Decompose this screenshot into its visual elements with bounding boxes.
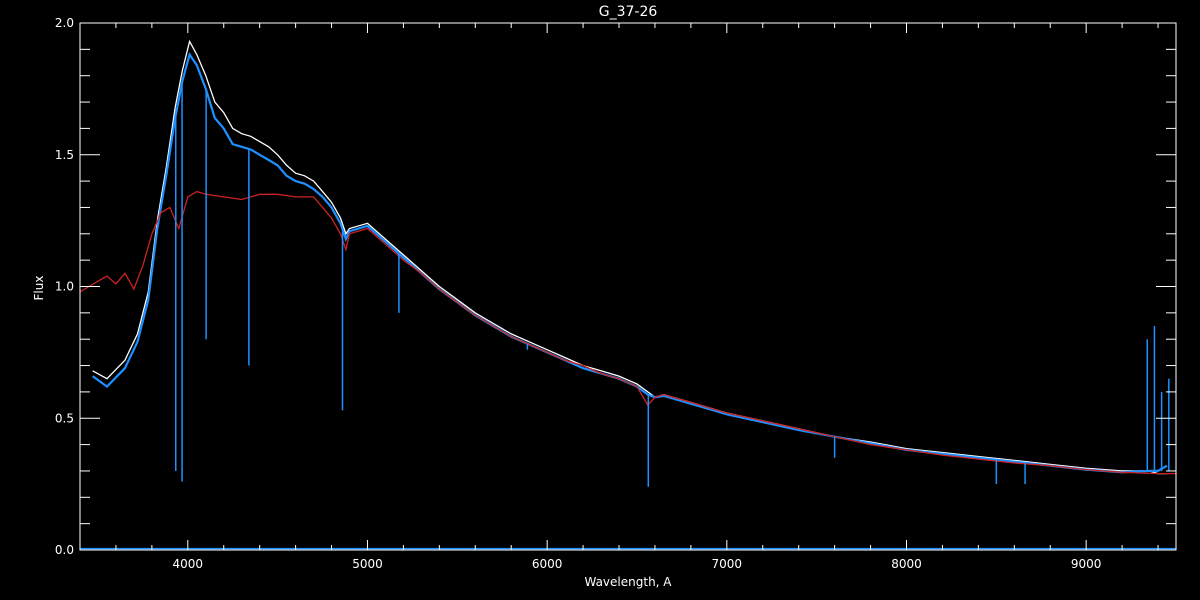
x-tick-label-8000: 8000 xyxy=(891,557,922,571)
y-tick-label-0.0: 0.0 xyxy=(55,543,74,557)
spectrum-plot: G_37-26 Wavelength, A Flux 4000 5000 600… xyxy=(32,4,1177,589)
y-tick-label-1.5: 1.5 xyxy=(55,148,74,162)
y-tick-label-2.0: 2.0 xyxy=(55,16,74,30)
tick-marks xyxy=(79,22,1176,551)
x-tick-label-9000: 9000 xyxy=(1071,557,1102,571)
y-axis-ticks: 0.0 0.5 1.0 1.5 2.0 xyxy=(55,16,74,557)
series-line-1 xyxy=(91,52,1168,474)
x-tick-label-5000: 5000 xyxy=(352,557,383,571)
chart-title: G_37-26 xyxy=(599,4,658,20)
x-tick-label-7000: 7000 xyxy=(712,557,743,571)
plot-window: G_37-26 Wavelength, A Flux 4000 5000 600… xyxy=(0,0,1200,600)
x-tick-label-4000: 4000 xyxy=(173,557,204,571)
y-axis-title: Flux xyxy=(32,276,46,301)
plot-frame xyxy=(79,22,1177,551)
x-axis-ticks: 4000 5000 6000 7000 8000 9000 xyxy=(173,557,1102,571)
series-line-0 xyxy=(92,39,1167,475)
y-tick-label-1.0: 1.0 xyxy=(55,280,74,294)
x-axis-title: Wavelength, A xyxy=(584,575,672,589)
series-layer xyxy=(79,39,1176,550)
y-tick-label-0.5: 0.5 xyxy=(55,411,74,425)
x-tick-label-6000: 6000 xyxy=(532,557,563,571)
series-line-2 xyxy=(79,190,1176,475)
